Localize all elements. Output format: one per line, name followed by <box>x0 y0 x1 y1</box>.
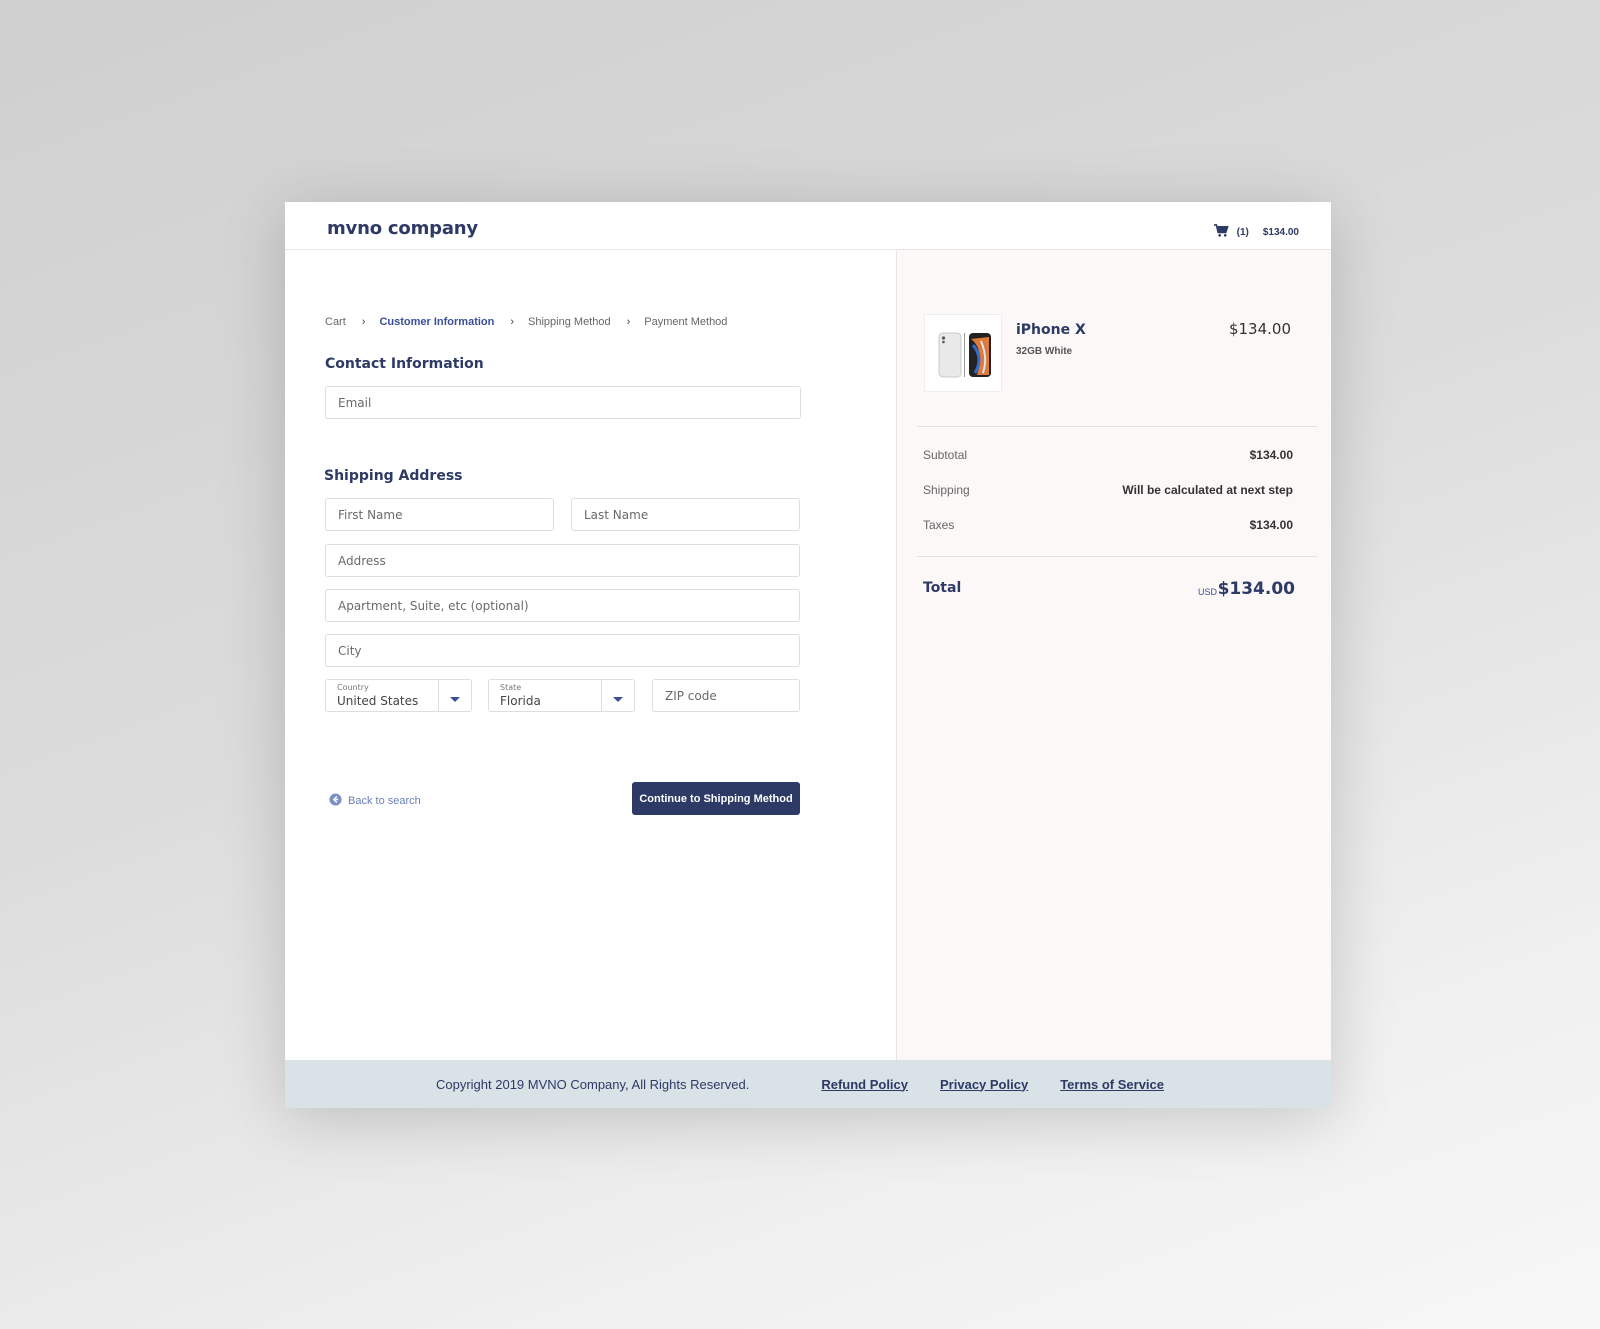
footer: Copyright 2019 MVNO Company, All Rights … <box>285 1060 1331 1108</box>
apartment-field[interactable] <box>326 590 799 621</box>
cart-icon <box>1213 224 1229 240</box>
order-summary-panel: iPhone X 32GB White $134.00 Subtotal $13… <box>897 250 1331 1060</box>
divider <box>917 426 1317 427</box>
shipping-label: Shipping <box>923 483 970 497</box>
arrow-left-circle-icon <box>329 793 342 809</box>
breadcrumb: Cart › Customer Information › Shipping M… <box>325 316 727 328</box>
country-value: United States <box>337 694 419 708</box>
subtotal-value: $134.00 <box>1249 448 1293 462</box>
select-divider <box>438 680 439 711</box>
total-currency: USD <box>1197 587 1217 597</box>
top-bar: mvno company (1) $134.00 <box>285 202 1331 250</box>
state-label: State <box>500 683 522 692</box>
country-label: Country <box>337 683 369 692</box>
total-label: Total <box>923 580 962 596</box>
taxes-label: Taxes <box>923 518 955 532</box>
back-to-search-label: Back to search <box>348 795 421 807</box>
refund-policy-link[interactable]: Refund Policy <box>821 1077 908 1092</box>
checkout-form-panel: Cart › Customer Information › Shipping M… <box>285 250 897 1060</box>
breadcrumb-cart[interactable]: Cart <box>325 316 346 328</box>
breadcrumb-shipping-method: Shipping Method <box>528 316 611 328</box>
checkout-window: mvno company (1) $134.00 Cart › Customer… <box>285 202 1331 1108</box>
copyright-text: Copyright 2019 MVNO Company, All Rights … <box>435 1076 750 1092</box>
first-name-field[interactable] <box>326 499 553 530</box>
first-name-field-wrapper <box>325 498 554 531</box>
breadcrumb-separator: › <box>510 316 515 328</box>
select-divider <box>601 680 602 711</box>
zip-field-wrapper <box>652 679 800 712</box>
total-value: $134.00 <box>1217 579 1295 599</box>
product-image <box>924 314 1002 392</box>
terms-of-service-link[interactable]: Terms of Service <box>1060 1077 1164 1092</box>
continue-to-shipping-button[interactable]: Continue to Shipping Method <box>632 782 800 815</box>
breadcrumb-customer-information[interactable]: Customer Information <box>379 316 494 328</box>
product-price: $134.00 <box>1228 320 1291 338</box>
cart-summary[interactable]: (1) $134.00 <box>1213 224 1299 240</box>
contact-information-heading: Contact Information <box>325 356 484 372</box>
state-select[interactable]: State Florida <box>488 679 635 712</box>
product-name: iPhone X <box>1016 322 1086 338</box>
chevron-down-icon <box>449 691 461 702</box>
taxes-value: $134.00 <box>1249 518 1293 532</box>
last-name-field[interactable] <box>572 499 799 530</box>
breadcrumb-separator: › <box>361 316 366 328</box>
logo[interactable]: mvno company <box>327 218 478 239</box>
address-field[interactable] <box>326 545 799 576</box>
product-variant: 32GB White <box>1016 346 1073 357</box>
city-field-wrapper <box>325 634 800 667</box>
apartment-field-wrapper <box>325 589 800 622</box>
address-field-wrapper <box>325 544 800 577</box>
back-to-search-link[interactable]: Back to search <box>329 793 421 809</box>
shipping-address-heading: Shipping Address <box>324 468 463 484</box>
zip-field[interactable] <box>653 680 799 711</box>
shipping-value: Will be calculated at next step <box>1122 483 1293 497</box>
divider <box>917 556 1317 557</box>
email-field[interactable] <box>326 387 800 418</box>
subtotal-label: Subtotal <box>923 448 968 462</box>
breadcrumb-payment-method: Payment Method <box>644 316 728 328</box>
cart-total: $134.00 <box>1262 226 1299 238</box>
cart-count: (1) <box>1236 226 1249 238</box>
last-name-field-wrapper <box>571 498 800 531</box>
state-value: Florida <box>500 694 541 708</box>
city-field[interactable] <box>326 635 799 666</box>
breadcrumb-separator: › <box>626 316 631 328</box>
email-field-wrapper <box>325 386 801 419</box>
privacy-policy-link[interactable]: Privacy Policy <box>940 1077 1028 1092</box>
country-select[interactable]: Country United States <box>325 679 472 712</box>
chevron-down-icon <box>612 691 624 702</box>
